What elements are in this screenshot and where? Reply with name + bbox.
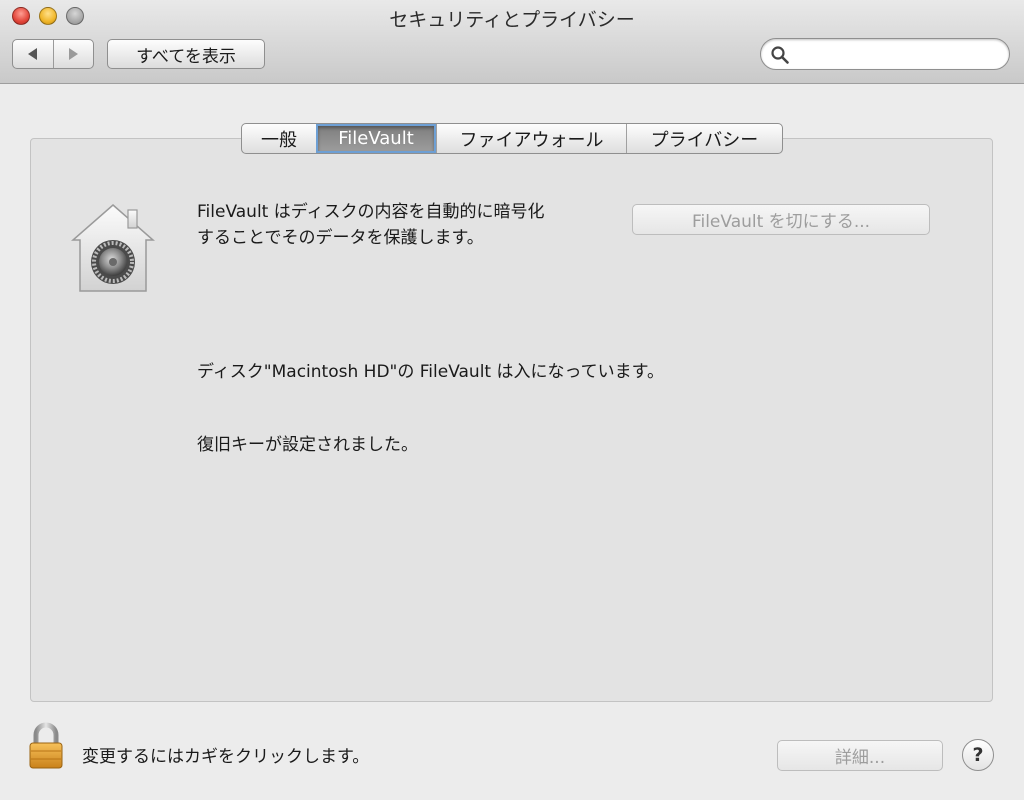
search-icon xyxy=(771,46,789,64)
tab-privacy[interactable]: プライバシー xyxy=(626,124,782,153)
filevault-icon xyxy=(71,204,155,292)
lock-instructions: 変更するにはカギをクリックします。 xyxy=(82,747,370,767)
chevron-right-icon xyxy=(68,48,78,60)
system-preferences-window: セキュリティとプライバシー すべてを表示 一般 FileVault ファイアウォ… xyxy=(0,0,1024,800)
description-line-2: することでそのデータを保護します。 xyxy=(197,228,484,248)
title-toolbar: セキュリティとプライバシー すべてを表示 xyxy=(0,0,1024,84)
search-input[interactable] xyxy=(795,43,1004,67)
chevron-left-icon xyxy=(28,48,38,60)
advanced-button[interactable]: 詳細... xyxy=(777,740,943,771)
back-button[interactable] xyxy=(13,40,53,68)
filevault-description: FileVault はディスクの内容を自動的に暗号化 することでそのデータを保護… xyxy=(197,199,617,251)
forward-button[interactable] xyxy=(52,40,94,68)
recovery-key-status: 復旧キーが設定されました。 xyxy=(197,435,418,455)
window-title: セキュリティとプライバシー xyxy=(389,9,635,31)
tab-filevault[interactable]: FileVault xyxy=(316,124,436,153)
tab-firewall[interactable]: ファイアウォール xyxy=(436,124,626,153)
back-forward-control xyxy=(12,39,94,69)
description-line-1: FileVault はディスクの内容を自動的に暗号化 xyxy=(197,202,545,222)
tab-bar: 一般 FileVault ファイアウォール プライバシー xyxy=(241,123,783,154)
tab-general[interactable]: 一般 xyxy=(242,124,316,153)
filevault-status: ディスク"Macintosh HD"の FileVault は入になっています。 xyxy=(197,362,664,382)
help-button[interactable]: ? xyxy=(962,739,994,771)
search-field[interactable] xyxy=(760,38,1010,70)
turn-off-filevault-button[interactable]: FileVault を切にする... xyxy=(632,204,930,235)
show-all-button[interactable]: すべてを表示 xyxy=(107,39,265,69)
lock-icon[interactable] xyxy=(27,722,65,770)
